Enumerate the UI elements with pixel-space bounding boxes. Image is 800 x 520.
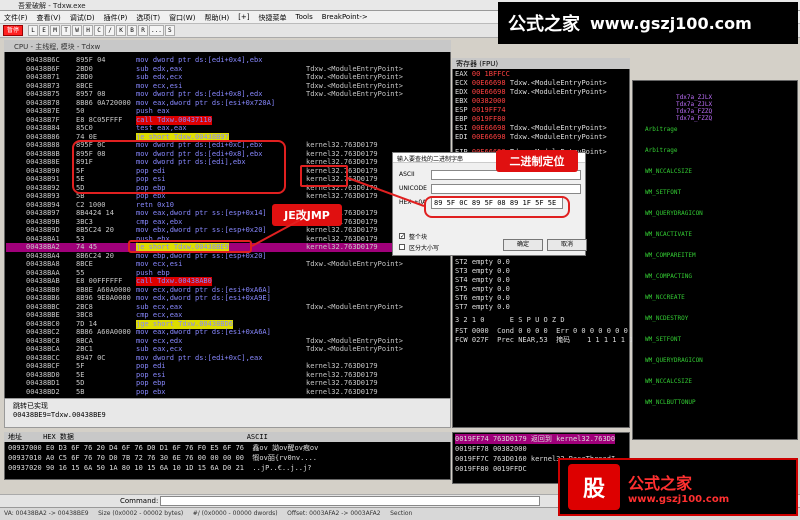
command-input[interactable] (160, 496, 540, 506)
logo-url: www.gszj100.com (628, 493, 730, 505)
logo-icon: 股 (568, 464, 620, 510)
annotation-arrows (251, 177, 425, 247)
site-logo: 股 公式之家 www.gszj100.com (558, 458, 798, 516)
arrow-to-hex (347, 177, 425, 207)
arrow-to-je (251, 219, 301, 247)
command-label: Command: (120, 497, 159, 505)
logo-name: 公式之家 (628, 473, 693, 493)
